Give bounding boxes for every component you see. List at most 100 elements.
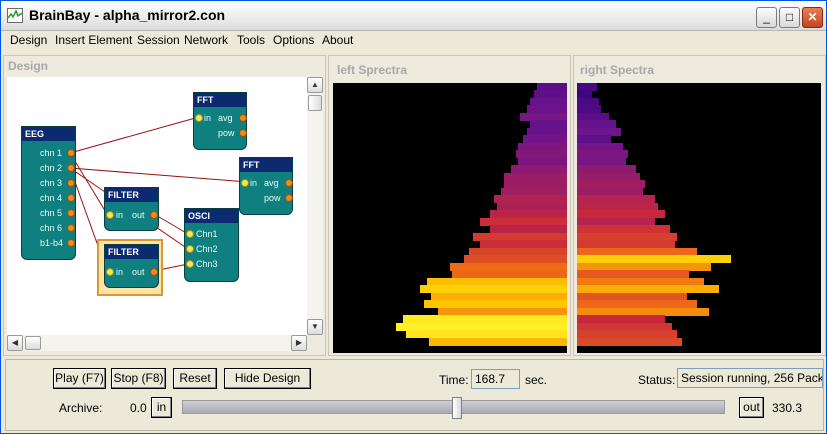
spectrum-bar xyxy=(577,285,719,293)
osci-input-label: Chn1 xyxy=(196,229,218,239)
eeg-port-label: chn 6 xyxy=(40,223,63,233)
input-port[interactable] xyxy=(106,268,114,276)
eeg-port-label: b1-b4 xyxy=(40,238,64,248)
spectrum-bar xyxy=(577,120,616,128)
output-port[interactable] xyxy=(67,179,75,187)
spectrum-bar xyxy=(516,150,567,158)
archive-slider-knob[interactable] xyxy=(452,397,462,419)
spectrum-bar xyxy=(577,330,677,338)
eeg-port-label: chn 2 xyxy=(40,163,63,173)
minimize-button[interactable]: _ xyxy=(756,7,777,28)
status-field: Session running, 256 Packets xyxy=(677,368,823,388)
input-port[interactable] xyxy=(241,179,249,187)
menu-insert-element[interactable]: Insert Element xyxy=(55,33,132,47)
output-port[interactable] xyxy=(67,239,75,247)
archive-start-value: 0.0 xyxy=(130,401,147,415)
osci-input-label: Chn2 xyxy=(196,244,218,254)
spectrum-bar xyxy=(577,255,731,263)
scroll-thumb[interactable] xyxy=(25,336,41,350)
eeg-port-label: chn 4 xyxy=(40,193,63,203)
output-port[interactable] xyxy=(150,268,158,276)
scroll-thumb[interactable] xyxy=(308,95,322,111)
spectrum-bar xyxy=(577,105,601,113)
spectrum-bar xyxy=(577,315,665,323)
fft-block-2[interactable]: FFT in avg pow xyxy=(239,157,293,215)
design-panel-title: Design xyxy=(8,59,49,73)
input-port[interactable] xyxy=(106,211,114,219)
right-spectra-title: right Spectra xyxy=(580,63,655,77)
output-port[interactable] xyxy=(285,179,293,187)
archive-label: Archive: xyxy=(59,401,103,415)
input-port[interactable] xyxy=(186,230,194,238)
eeg-block[interactable]: EEG chn 1 chn 2 chn 3 chn 4 chn 5 chn 6 … xyxy=(21,126,76,260)
spectrum-bar xyxy=(577,240,675,248)
spectrum-bar xyxy=(527,105,567,113)
spectrum-bar xyxy=(490,225,567,233)
app-icon xyxy=(7,8,23,23)
menu-network[interactable]: Network xyxy=(184,33,228,47)
filter-block-2[interactable]: FILTER in out xyxy=(104,244,159,288)
menu-session[interactable]: Session xyxy=(137,33,180,47)
fft-output-label: avg xyxy=(218,113,233,123)
menu-design[interactable]: Design xyxy=(10,33,47,47)
menu-tools[interactable]: Tools xyxy=(237,33,265,47)
filter-block-1[interactable]: FILTER in out xyxy=(104,187,159,231)
filter-input-label: in xyxy=(116,210,124,220)
spectrum-bar xyxy=(403,315,567,323)
fft-block-1[interactable]: FFT in avg pow xyxy=(193,92,247,150)
spectrum-bar xyxy=(577,210,665,218)
output-port[interactable] xyxy=(239,114,247,122)
archive-in-button[interactable]: in xyxy=(151,397,172,418)
play-button[interactable]: Play (F7) xyxy=(53,368,106,389)
title-bar: BrainBay - alpha_mirror2.con _ □ ✕ xyxy=(1,1,826,31)
spectrum-bar xyxy=(424,300,567,308)
input-port[interactable] xyxy=(195,114,203,122)
spectrum-bar xyxy=(452,270,567,278)
output-port[interactable] xyxy=(67,164,75,172)
fft-output-label: avg xyxy=(264,178,279,188)
spectrum-bar xyxy=(490,210,567,218)
output-port[interactable] xyxy=(239,129,247,137)
archive-out-button[interactable]: out xyxy=(739,397,764,418)
input-port[interactable] xyxy=(186,245,194,253)
scroll-left-button[interactable]: ◀ xyxy=(7,335,23,351)
filter-input-label: in xyxy=(116,267,124,277)
osci-block[interactable]: OSCI Chn1 Chn2 Chn3 xyxy=(184,208,239,282)
time-field: 168.7 xyxy=(471,369,520,389)
menu-bar: Design Insert Element Session Network To… xyxy=(1,31,826,51)
menu-options[interactable]: Options xyxy=(273,33,314,47)
time-label: Time: xyxy=(439,373,469,387)
maximize-button[interactable]: □ xyxy=(779,7,800,28)
hide-design-button[interactable]: Hide Design xyxy=(224,368,311,389)
left-spectra-display xyxy=(333,83,567,353)
spectrum-bar xyxy=(577,225,670,233)
scroll-up-button[interactable]: ▲ xyxy=(307,77,323,93)
spectrum-bar xyxy=(504,180,567,188)
spectrum-bar xyxy=(577,270,689,278)
spectrum-bar xyxy=(494,195,567,203)
output-port[interactable] xyxy=(67,209,75,217)
output-port[interactable] xyxy=(67,224,75,232)
spectrum-bar xyxy=(577,150,628,158)
output-port[interactable] xyxy=(67,194,75,202)
window-title: BrainBay - alpha_mirror2.con xyxy=(29,7,226,23)
spectrum-bar xyxy=(511,165,567,173)
stop-button[interactable]: Stop (F8) xyxy=(111,368,166,389)
close-button[interactable]: ✕ xyxy=(802,7,823,28)
design-horizontal-scrollbar[interactable]: ◀ ▶ xyxy=(7,335,307,351)
scroll-down-button[interactable]: ▼ xyxy=(307,319,323,335)
reset-button[interactable]: Reset xyxy=(173,368,217,389)
fft-input-label: in xyxy=(204,113,212,123)
output-port[interactable] xyxy=(150,211,158,219)
eeg-port-label: chn 3 xyxy=(40,178,63,188)
scroll-right-button[interactable]: ▶ xyxy=(291,335,307,351)
output-port[interactable] xyxy=(285,194,293,202)
output-port[interactable] xyxy=(67,149,75,157)
design-vertical-scrollbar[interactable]: ▲ ▼ xyxy=(307,77,323,335)
spectrum-bar xyxy=(577,180,645,188)
menu-about[interactable]: About xyxy=(322,33,353,47)
spectrum-bar xyxy=(480,240,567,248)
spectrum-bar xyxy=(530,120,567,128)
design-canvas[interactable]: EEG chn 1 chn 2 chn 3 chn 4 chn 5 chn 6 … xyxy=(7,77,307,335)
input-port[interactable] xyxy=(186,260,194,268)
